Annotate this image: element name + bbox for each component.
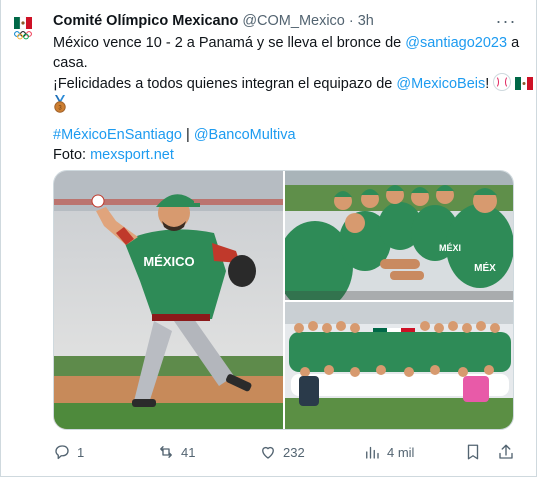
bookmark-icon [467, 444, 479, 460]
bookmark-button[interactable] [464, 440, 482, 464]
reply-count: 1 [77, 444, 85, 460]
team-huddle-image: MÉX MÉXI [285, 171, 513, 300]
tweet-line-4: 3 [53, 94, 523, 117]
hashtag-mexicoensantiago[interactable]: #MéxicoEnSantiago [53, 127, 182, 143]
tweet-line-3: ¡Felicidades a todos quienes integran el… [53, 73, 534, 95]
share-button[interactable] [497, 440, 515, 464]
heart-icon [262, 446, 274, 459]
tweet-text-segment: ¡Felicidades a todos quienes integran el… [53, 76, 397, 92]
retweet-count: 41 [181, 444, 196, 460]
baseball-icon [493, 73, 512, 91]
action-bar: 1 41 232 4 mil [53, 440, 523, 464]
svg-text:MÉXICO: MÉXICO [143, 254, 194, 269]
tweet-text: México vence 10 - 2 a Panamá y se lleva … [53, 34, 534, 166]
tweet-text-segment: a [507, 35, 520, 51]
tweet-text-segment: México vence 10 - 2 a Panamá y se lleva … [53, 35, 406, 51]
svg-text:MÉX: MÉX [474, 261, 496, 274]
mention-mexicobeis[interactable]: @MexicoBeis [396, 76, 485, 92]
mexican-olympic-committee-logo-icon [14, 16, 32, 40]
retweet-icon [160, 446, 172, 458]
mention-santiago2023[interactable]: @santiago2023 [405, 35, 507, 51]
tweet-line-2: casa. [53, 54, 88, 71]
foto-label: Foto: [53, 146, 91, 163]
photo-team-huddle[interactable]: MÉX MÉXI [285, 171, 513, 300]
svg-text:MÉXI: MÉXI [439, 243, 461, 253]
tweet-header: Comité Olímpico Mexicano @COM_Mexico · 3… [53, 11, 374, 31]
share-icon [499, 444, 513, 459]
more-options-button[interactable]: ··· [494, 10, 518, 32]
tweet-line-foto: Foto: mexsport.net [53, 146, 523, 166]
tweet-line-hashtags: #MéxicoEnSantiago | @BancoMultiva [53, 126, 523, 146]
foto-link[interactable]: mexsport.net [90, 147, 174, 163]
mexico-flag-icon [515, 77, 534, 90]
reply-button[interactable]: 1 [53, 440, 84, 464]
photo-pitcher[interactable]: MÉXICO [54, 171, 283, 429]
tweet-text-segment: ! [485, 76, 490, 92]
views-button[interactable]: 4 mil [363, 440, 414, 464]
retweet-button[interactable]: 41 [157, 440, 195, 464]
views-count: 4 mil [387, 444, 415, 460]
bronze-medal-icon: 3 [54, 94, 66, 113]
timestamp[interactable]: 3h [358, 13, 374, 29]
more-icon: ··· [495, 10, 517, 31]
like-count: 232 [283, 444, 305, 460]
avatar[interactable] [10, 14, 38, 42]
team-flag-image [285, 302, 513, 429]
hashtag-separator: | [181, 127, 194, 143]
author-handle[interactable]: @COM_Mexico [242, 13, 345, 29]
like-button[interactable]: 232 [259, 440, 305, 464]
views-icon [366, 446, 379, 459]
pitcher-image: MÉXICO [54, 171, 283, 429]
tweet-line-1: México vence 10 - 2 a Panamá y se lleva … [53, 34, 523, 54]
separator-dot: · [348, 13, 354, 29]
mention-bancomultiva[interactable]: @BancoMultiva [194, 127, 296, 143]
author-name[interactable]: Comité Olímpico Mexicano [53, 13, 238, 29]
media-grid: MÉXICO MÉX MÉXI [53, 170, 514, 430]
photo-team-flag[interactable] [285, 302, 513, 429]
reply-icon [55, 445, 69, 460]
